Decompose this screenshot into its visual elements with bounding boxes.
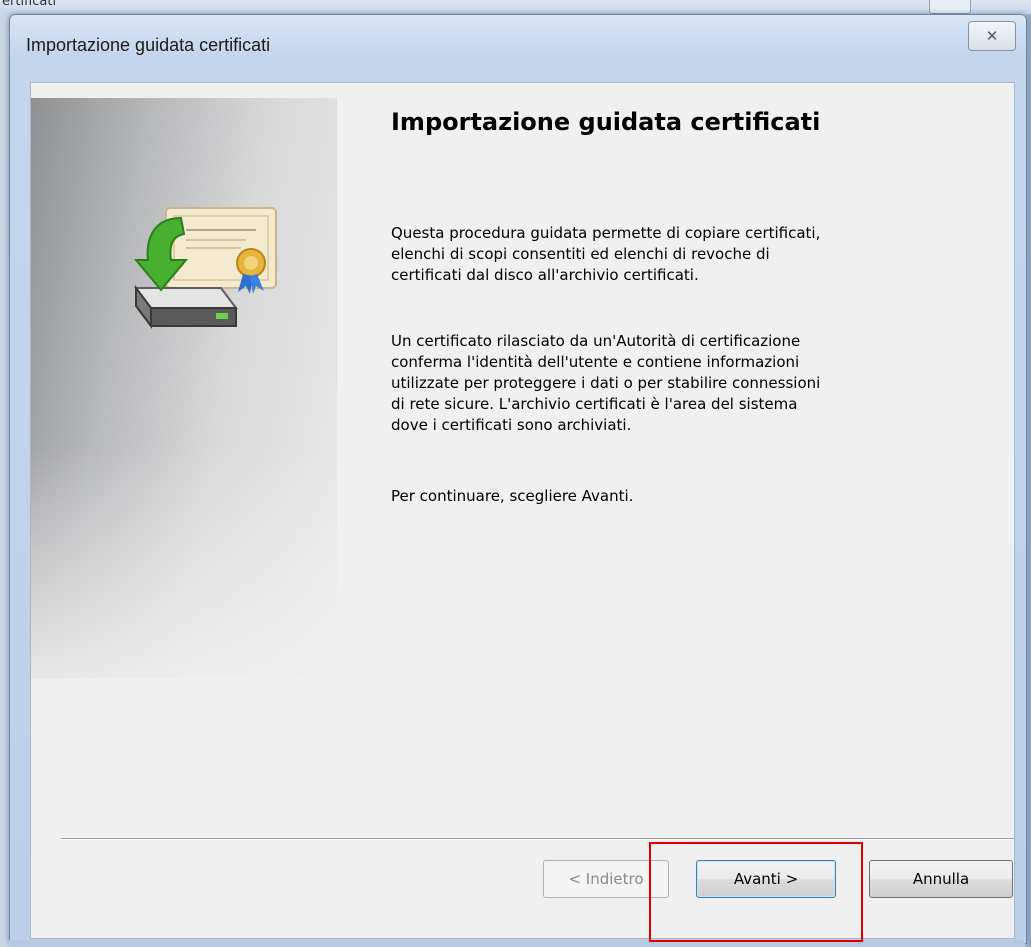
close-icon: ✕ bbox=[985, 27, 999, 45]
description-paragraph: Un certificato rilasciato da un'Autorità… bbox=[391, 332, 821, 434]
wizard-side-panel bbox=[31, 98, 337, 678]
next-button-highlight bbox=[649, 842, 863, 942]
certificate-import-icon bbox=[133, 207, 277, 329]
wizard-heading: Importazione guidata certificati bbox=[391, 108, 821, 136]
dialog-client-area: Importazione guidata certificati Questa … bbox=[30, 82, 1015, 939]
certificate-import-dialog: Importazione guidata certificati ✕ Impor… bbox=[9, 14, 1027, 944]
close-button[interactable]: ✕ bbox=[968, 21, 1016, 51]
dialog-bottom-edge bbox=[9, 940, 1025, 947]
continue-instruction: Per continuare, scegliere Avanti. bbox=[391, 487, 634, 505]
background-window-titlebar: ertificati bbox=[0, 0, 1031, 14]
dialog-title: Importazione guidata certificati bbox=[26, 35, 271, 55]
cancel-button[interactable]: Annulla bbox=[869, 860, 1013, 898]
button-separator bbox=[61, 838, 1014, 840]
dialog-titlebar[interactable]: Importazione guidata certificati ✕ bbox=[10, 15, 1026, 75]
background-window-button bbox=[929, 0, 971, 14]
background-window-title: ertificati bbox=[2, 0, 57, 9]
intro-paragraph: Questa procedura guidata permette di cop… bbox=[391, 224, 821, 284]
